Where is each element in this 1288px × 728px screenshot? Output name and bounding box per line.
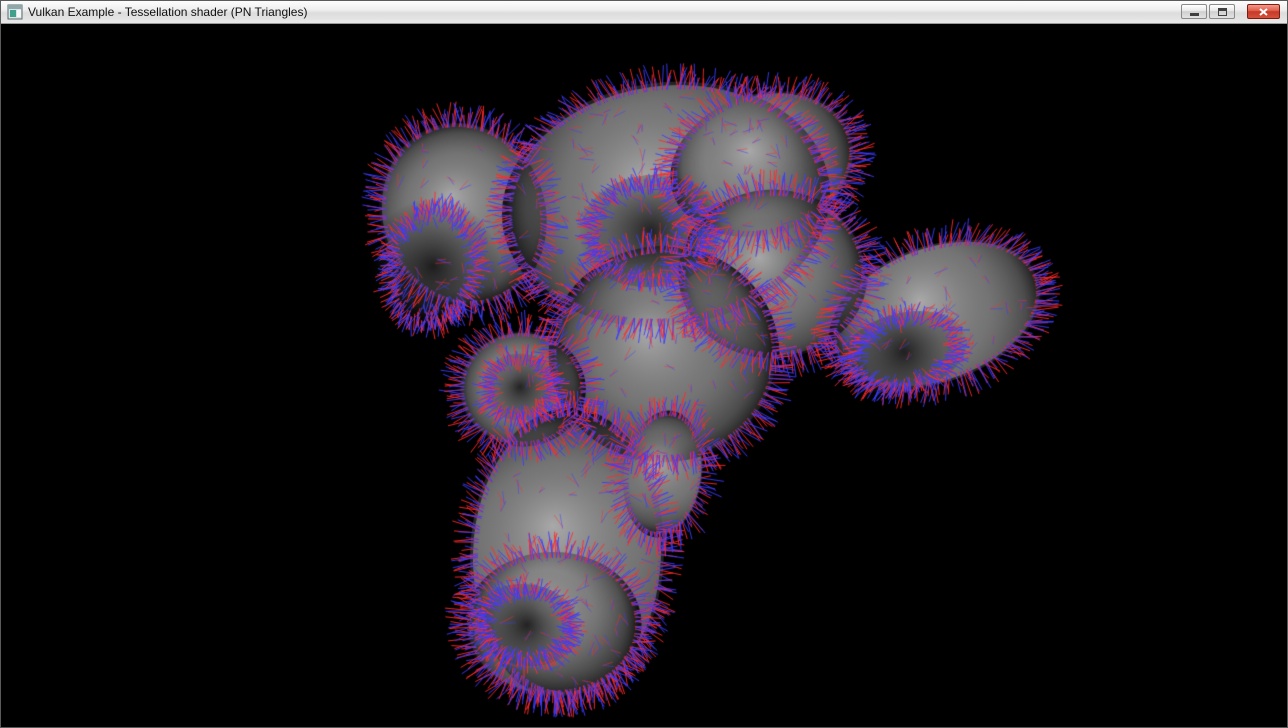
maximize-icon (1218, 8, 1227, 16)
title-bar[interactable]: Vulkan Example - Tessellation shader (PN… (1, 1, 1287, 24)
window-controls (1179, 4, 1280, 19)
render-viewport[interactable] (1, 24, 1287, 727)
app-window: Vulkan Example - Tessellation shader (PN… (0, 0, 1288, 728)
minimize-button[interactable] (1181, 4, 1207, 19)
close-icon (1259, 8, 1268, 16)
minimize-icon (1190, 13, 1199, 16)
maximize-button[interactable] (1209, 4, 1235, 19)
window-title: Vulkan Example - Tessellation shader (PN… (28, 1, 307, 23)
app-icon (7, 4, 23, 20)
close-button[interactable] (1247, 4, 1280, 19)
